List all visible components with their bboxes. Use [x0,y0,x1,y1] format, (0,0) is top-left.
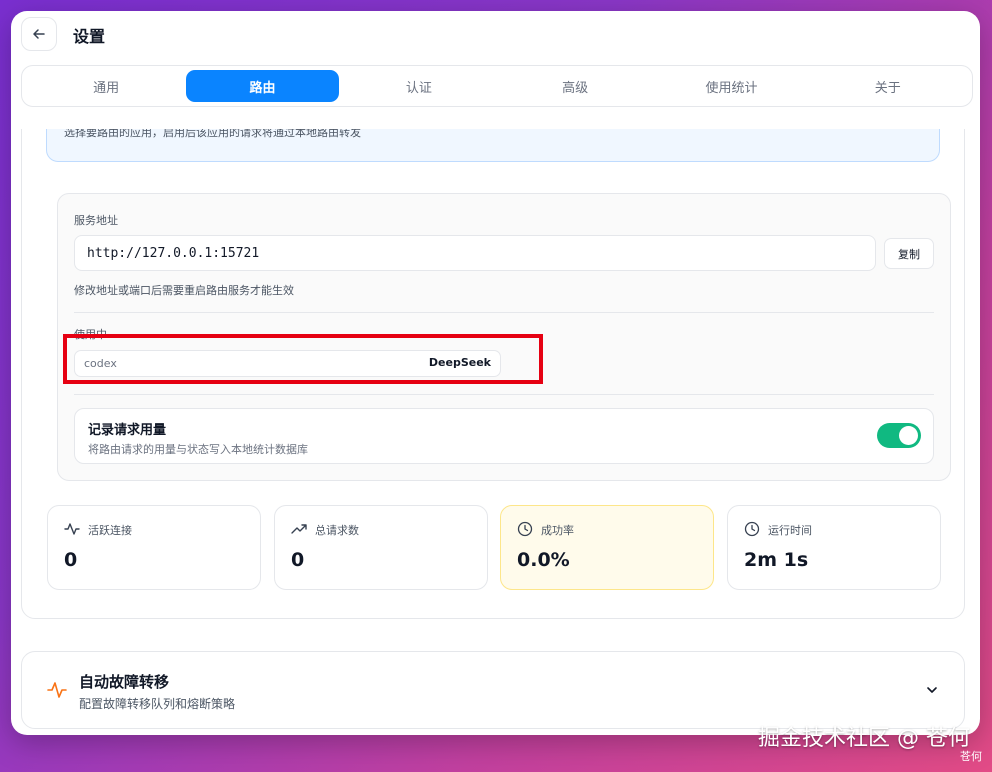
record-usage-toggle[interactable] [877,423,921,448]
tab-general[interactable]: 通用 [30,70,182,102]
trending-up-icon [291,524,307,534]
watermark-text: 掘金技术社区 @ 苍何 [758,726,970,751]
service-address-hint: 修改地址或端口后需要重启路由服务才能生效 [74,284,294,297]
clock-icon [517,521,533,537]
tab-routing[interactable]: 路由 [186,70,339,102]
failover-title: 自动故障转移 [79,673,170,691]
tab-about[interactable]: 关于 [812,70,964,102]
activity-icon [64,523,80,535]
highlight-annotation-box [63,334,543,384]
stat-value: 0.0% [517,549,570,571]
record-usage-description: 将路由请求的用量与状态写入本地统计数据库 [88,443,308,456]
record-usage-title: 记录请求用量 [88,423,167,438]
activity-icon [47,682,67,698]
stat-card-success-rate: 成功率 0.0% [500,505,714,590]
tab-advanced[interactable]: 高级 [499,70,651,102]
failover-description: 配置故障转移队列和熔断策略 [79,697,236,711]
record-usage-row: 记录请求用量 将路由请求的用量与状态写入本地统计数据库 [74,408,934,464]
stat-label: 成功率 [541,524,574,537]
app-selection-panel: 选择要路由的应用，启用后该应用的请求将通过本地路由转发 [46,129,940,162]
clock-icon [744,521,760,537]
stat-label: 活跃连接 [88,524,132,537]
arrow-left-icon [33,29,45,39]
tab-auth[interactable]: 认证 [343,70,495,102]
stat-card-uptime: 运行时间 2m 1s [727,505,941,590]
failover-section[interactable]: 自动故障转移 配置故障转移队列和熔断策略 [21,651,965,729]
routing-card: 选择要路由的应用，启用后该应用的请求将通过本地路由转发 服务地址 http://… [21,129,965,619]
service-address-label: 服务地址 [74,214,118,227]
stat-card-total-requests: 总请求数 0 [274,505,488,590]
tab-usage-stats[interactable]: 使用统计 [655,70,807,102]
toggle-knob [899,426,918,445]
back-button[interactable] [21,17,57,51]
stat-value: 0 [291,549,305,571]
service-panel: 服务地址 http://127.0.0.1:15721 复制 修改地址或端口后需… [57,193,951,481]
stat-label: 运行时间 [768,524,812,537]
copy-button[interactable]: 复制 [884,238,934,269]
divider [74,394,934,395]
settings-window: 设置 通用 路由 认证 高级 使用统计 关于 选择要路由的应用，启用后该应用的请… [11,11,980,735]
chevron-down-icon[interactable] [924,682,940,698]
service-address-field[interactable]: http://127.0.0.1:15721 [74,235,876,271]
stat-value: 0 [64,549,78,571]
stat-card-active-connections: 活跃连接 0 [47,505,261,590]
tab-bar: 通用 路由 认证 高级 使用统计 关于 [21,65,973,107]
watermark-small-text: 苍何 [960,750,982,763]
page-title: 设置 [73,27,106,46]
stat-label: 总请求数 [315,524,359,537]
divider [74,312,934,313]
app-selection-hint: 选择要路由的应用，启用后该应用的请求将通过本地路由转发 [64,129,361,139]
routing-content: 选择要路由的应用，启用后该应用的请求将通过本地路由转发 服务地址 http://… [11,129,980,735]
stat-value: 2m 1s [744,549,809,571]
